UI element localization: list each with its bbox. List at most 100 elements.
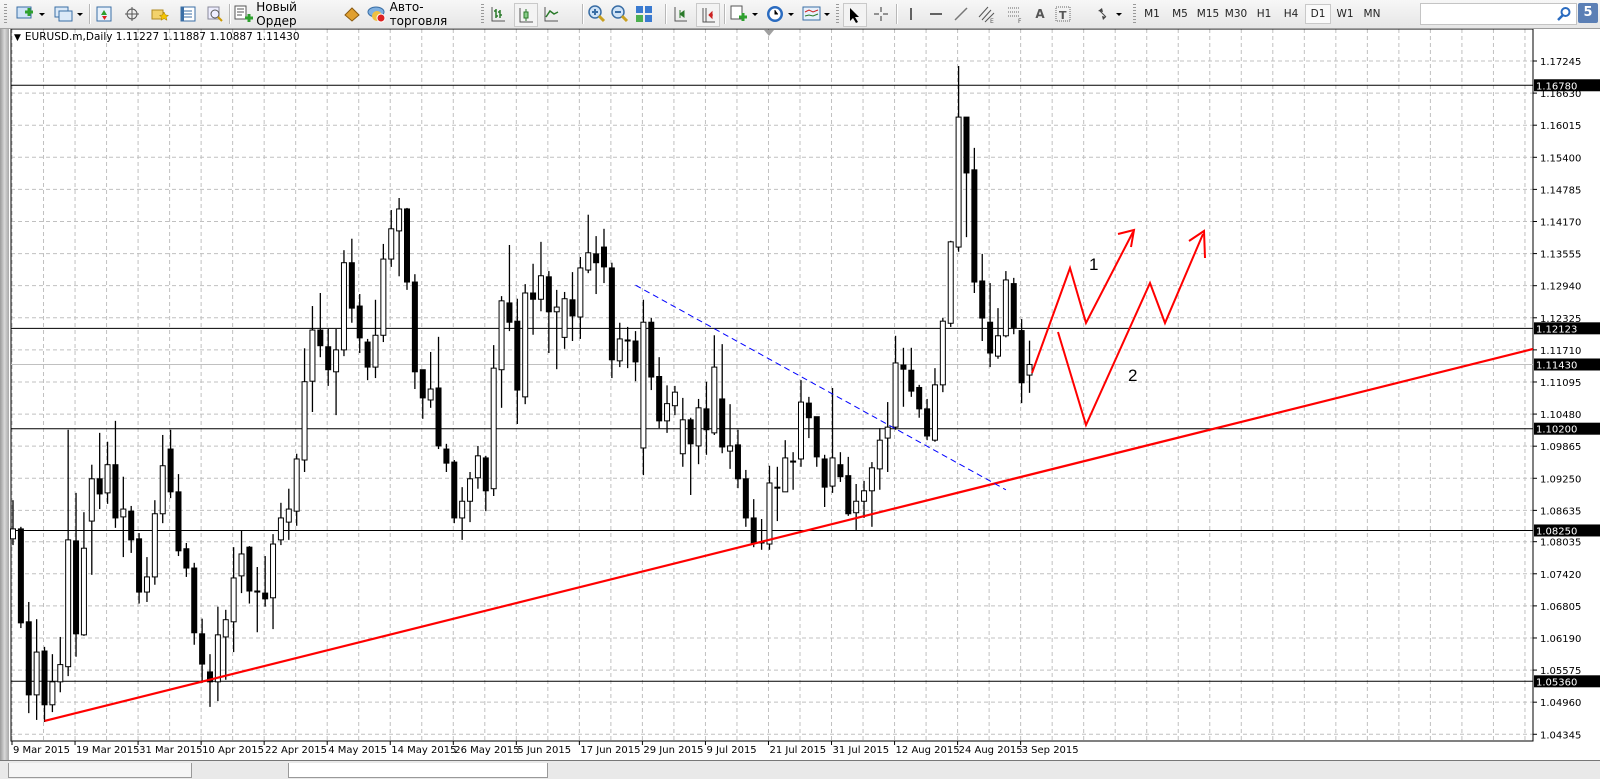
candle-body-bear <box>404 208 410 283</box>
candle <box>837 452 844 482</box>
indicators-button[interactable] <box>728 3 762 25</box>
arrows-tool-button[interactable] <box>1094 3 1128 25</box>
candle <box>971 147 978 293</box>
equidistant-channel-tool-button[interactable]: E <box>976 3 998 25</box>
candle <box>467 472 474 523</box>
candle <box>167 429 174 499</box>
candle-body-bear <box>325 346 332 371</box>
candle <box>995 308 1001 359</box>
candle <box>325 329 332 386</box>
price-tick-label: 1.11095 <box>1540 378 1581 389</box>
fibonacci-icon: F <box>1008 7 1022 23</box>
tile-windows-button[interactable] <box>634 3 654 25</box>
chart-tab-active[interactable] <box>288 763 548 778</box>
candlestick-chart-button[interactable] <box>514 3 538 27</box>
support-trendline[interactable] <box>44 347 1534 723</box>
candle-body-bear <box>1018 330 1025 384</box>
candle-body-bear <box>908 369 915 392</box>
zoom-in-button[interactable] <box>587 3 607 25</box>
candle <box>845 456 852 516</box>
toolbar-grip[interactable] <box>4 4 7 24</box>
candle-body-bull <box>868 467 875 492</box>
candle-body-bull <box>10 528 16 540</box>
candle-body-bull <box>727 445 734 452</box>
templates-button[interactable] <box>800 3 834 25</box>
price-chart[interactable]: 1 2 1.172451.166301.160151.154001.147851… <box>0 0 1600 778</box>
candle <box>664 385 671 433</box>
drawn-lines[interactable] <box>44 284 1534 723</box>
candle-body-bull <box>892 362 899 428</box>
candle-body-bull <box>49 681 56 706</box>
fibonacci-tool-button[interactable]: F <box>1004 3 1026 25</box>
favorites-button[interactable] <box>150 3 170 25</box>
metaeditor-icon <box>344 7 360 22</box>
autotrading-button[interactable]: Авто-торговля <box>367 0 475 28</box>
chart-shift-button[interactable] <box>696 3 720 27</box>
candle <box>798 380 804 467</box>
text-tool-button[interactable]: A <box>1030 3 1050 25</box>
scenario-2-label: 2 <box>1128 366 1137 385</box>
chart-shift-marker[interactable] <box>764 30 774 36</box>
candle <box>459 487 466 540</box>
crosshair-tool-button[interactable] <box>871 3 891 25</box>
timeframe-h1[interactable]: H1 <box>1252 5 1276 23</box>
timeframe-m30[interactable]: M30 <box>1224 5 1248 23</box>
candle <box>916 384 923 418</box>
profiles-button[interactable] <box>52 3 86 25</box>
candle <box>419 369 426 419</box>
candle-body-bull <box>679 419 686 455</box>
notifications-badge[interactable]: 5 <box>1578 3 1598 23</box>
candle <box>671 385 678 416</box>
candle-body-bear <box>246 546 253 592</box>
vertical-line-tool-button[interactable] <box>901 3 921 25</box>
time-tick-label: 22 Apr 2015 <box>265 745 327 756</box>
price-axis: 1.172451.166301.160151.154001.147851.141… <box>1533 57 1600 741</box>
cursor-tool-button[interactable] <box>843 3 867 27</box>
navigator-button[interactable] <box>122 3 142 25</box>
autoscroll-button[interactable] <box>670 3 690 25</box>
market-watch-icon <box>96 6 112 22</box>
timeframe-m1[interactable]: M1 <box>1140 5 1164 23</box>
bar-chart-button[interactable] <box>488 3 508 25</box>
candle-body-bear <box>805 402 812 419</box>
strategy-tester-button[interactable] <box>205 3 225 25</box>
candle-body-bull <box>664 403 671 422</box>
price-tick-label: 1.04960 <box>1540 698 1581 709</box>
metaeditor-button[interactable] <box>342 3 362 25</box>
candle <box>404 207 410 290</box>
horizontal-line-tool-button[interactable] <box>926 3 946 25</box>
time-tick-label: 9 Mar 2015 <box>13 745 70 756</box>
timeframe-mn[interactable]: MN <box>1360 5 1384 23</box>
magnifier-tester-icon <box>207 6 223 22</box>
periods-button[interactable] <box>764 3 798 25</box>
crosshair-target-icon <box>125 7 139 21</box>
search-input[interactable] <box>1420 3 1577 25</box>
candle-body-bull <box>553 306 560 313</box>
candle-body-bear <box>136 538 143 593</box>
time-tick-label: 31 Mar 2015 <box>139 745 202 756</box>
line-chart-button[interactable] <box>541 3 561 25</box>
candle <box>656 357 663 429</box>
candle <box>33 619 40 720</box>
price-tick-label: 1.04345 <box>1540 730 1581 741</box>
new-order-button[interactable]: Новый Ордер <box>234 0 338 28</box>
terminal-button[interactable] <box>178 3 198 25</box>
forecast-arrows[interactable] <box>1031 228 1206 428</box>
trendline-tool-button[interactable] <box>951 3 971 25</box>
timeframe-w1[interactable]: W1 <box>1333 5 1357 23</box>
text-label-tool-button[interactable]: T <box>1053 3 1073 25</box>
timeframe-m5[interactable]: M5 <box>1168 5 1192 23</box>
collapse-triangle-icon[interactable]: ▼ <box>14 33 21 43</box>
zoom-out-button[interactable] <box>610 3 630 25</box>
chart-tab[interactable] <box>8 763 192 778</box>
candle <box>388 210 395 267</box>
timeframe-d1[interactable]: D1 <box>1305 4 1331 24</box>
scenario-2-path[interactable] <box>1057 233 1204 428</box>
candle-body-bull <box>277 517 284 541</box>
market-watch-button[interactable] <box>94 3 114 25</box>
new-chart-button[interactable] <box>14 3 48 25</box>
timeframe-m15[interactable]: M15 <box>1196 5 1220 23</box>
search-icon[interactable] <box>1556 6 1572 22</box>
candle <box>128 505 135 553</box>
timeframe-h4[interactable]: H4 <box>1279 5 1303 23</box>
